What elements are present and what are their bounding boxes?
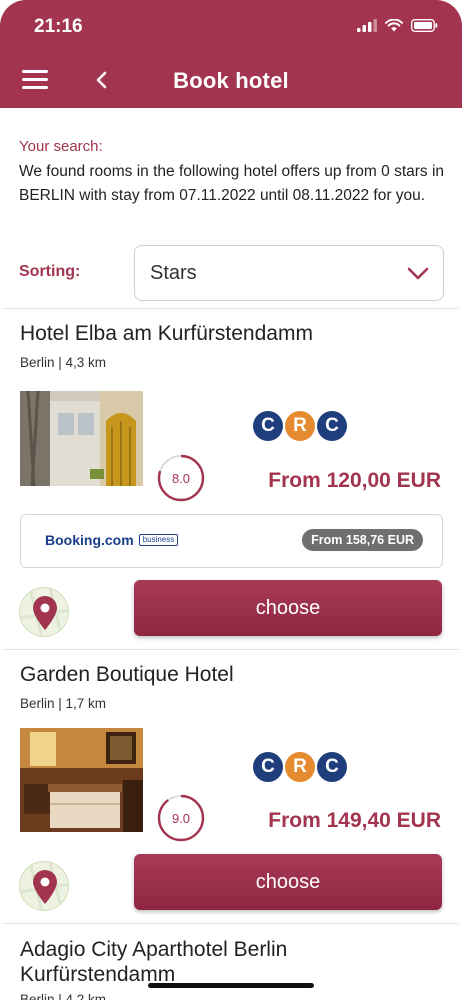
booking-logo: Booking.com business xyxy=(45,532,179,548)
crc-letter-r: R xyxy=(285,411,315,441)
hotel-card: Garden Boutique Hotel Berlin | 1,7 km 9.… xyxy=(3,649,459,923)
rating-value: 9.0 xyxy=(171,810,191,826)
map-pin-icon[interactable] xyxy=(19,587,69,637)
hotel-name[interactable]: Garden Boutique Hotel xyxy=(20,663,234,687)
wifi-icon xyxy=(385,19,403,32)
crc-letter-c: C xyxy=(317,411,347,441)
hotel-card: Adagio City Aparthotel Berlin Kurfürsten… xyxy=(3,923,459,1000)
chevron-down-icon xyxy=(407,267,429,280)
hotel-photo[interactable] xyxy=(20,391,143,486)
search-description: We found rooms in the following hotel of… xyxy=(19,163,445,204)
search-summary: Your search: We found rooms in the follo… xyxy=(0,108,462,308)
crc-letter-c: C xyxy=(253,752,283,782)
hotel-name[interactable]: Adagio City Aparthotel Berlin Kurfürsten… xyxy=(20,937,350,987)
rating-value: 8.0 xyxy=(171,470,191,486)
page-title: Book hotel xyxy=(173,68,289,93)
crc-logo: C R C xyxy=(253,752,347,782)
home-indicator xyxy=(148,983,314,988)
status-time: 21:16 xyxy=(34,16,83,37)
crc-logo: C R C xyxy=(253,411,347,441)
sorting-select[interactable]: Stars xyxy=(134,245,444,301)
app-header: Book hotel xyxy=(0,56,462,108)
partner-offer[interactable]: Booking.com business From 158,76 EUR xyxy=(20,514,443,568)
choose-button[interactable]: choose xyxy=(134,854,442,910)
hotel-location: Berlin | 1,7 km xyxy=(20,696,107,711)
hotel-name[interactable]: Hotel Elba am Kurfürstendamm xyxy=(20,322,313,346)
map-pin-icon[interactable] xyxy=(19,861,69,911)
booking-business-tag: business xyxy=(138,534,179,546)
booking-logo-text: Booking.com xyxy=(45,532,134,548)
system-icons xyxy=(357,19,438,32)
crc-letter-c: C xyxy=(253,411,283,441)
rating-ring: 8.0 xyxy=(156,453,206,503)
battery-icon xyxy=(411,19,438,32)
sorting-value: Stars xyxy=(150,262,197,284)
hotel-location: Berlin | 4,3 km xyxy=(20,355,107,370)
crc-letter-c: C xyxy=(317,752,347,782)
status-bar: 21:16 xyxy=(0,0,462,56)
sorting-label: Sorting: xyxy=(19,263,81,280)
search-label: Your search: xyxy=(19,138,103,155)
rating-ring: 9.0 xyxy=(156,793,206,843)
hotel-photo[interactable] xyxy=(20,728,143,832)
hotel-card: Hotel Elba am Kurfürstendamm Berlin | 4,… xyxy=(3,308,459,649)
choose-button[interactable]: choose xyxy=(134,580,442,636)
hotel-price: From 120,00 EUR xyxy=(268,469,441,492)
hotel-price: From 149,40 EUR xyxy=(268,809,441,832)
hotel-location: Berlin | 4,2 km xyxy=(20,992,107,1000)
crc-letter-r: R xyxy=(285,752,315,782)
signal-icon xyxy=(357,19,377,32)
partner-price-badge: From 158,76 EUR xyxy=(302,529,423,551)
